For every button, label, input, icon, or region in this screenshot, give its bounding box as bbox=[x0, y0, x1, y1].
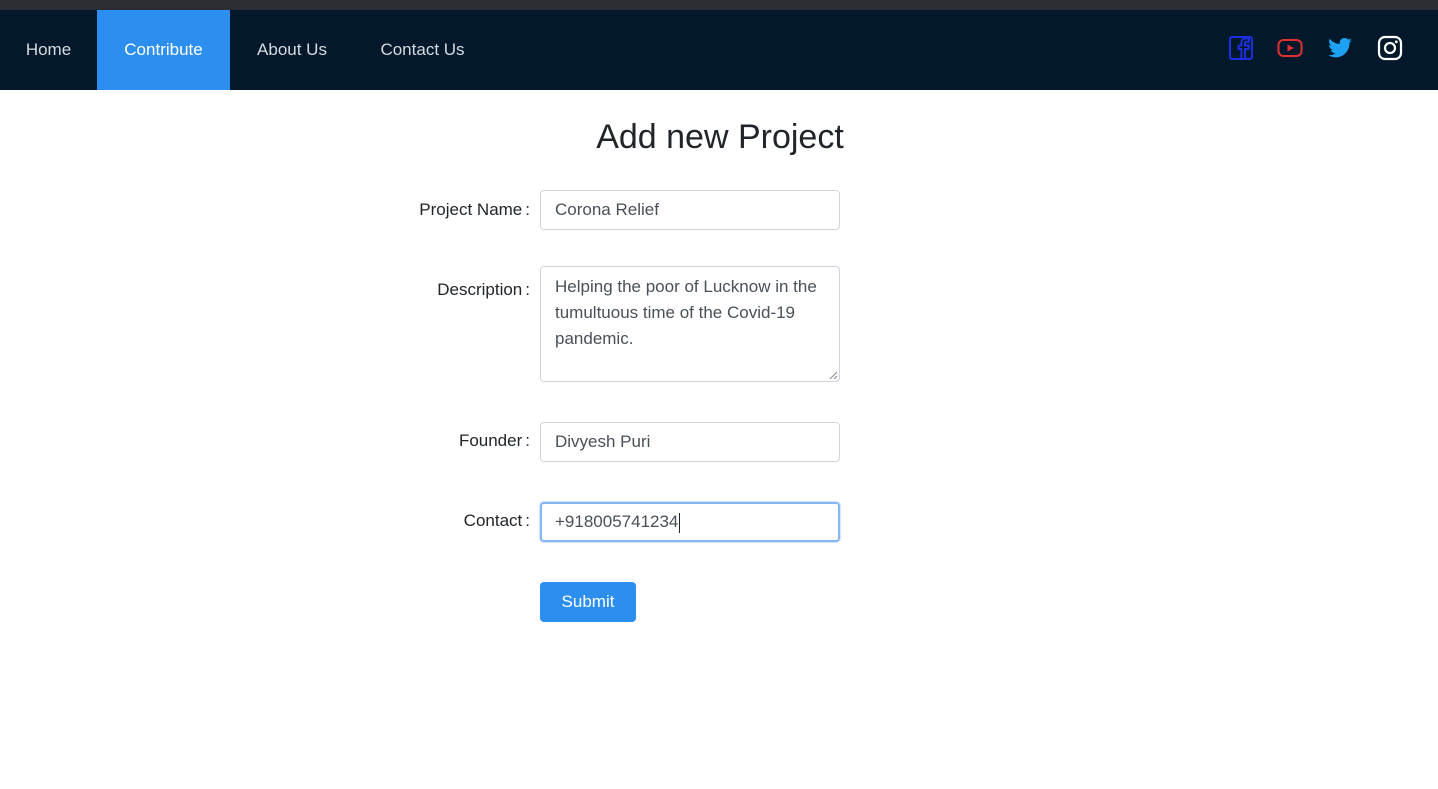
description-value: Helping the poor of Lucknow in the tumul… bbox=[555, 277, 817, 348]
nav-contribute-link[interactable]: Contribute bbox=[97, 10, 230, 90]
navbar: Home Contribute About Us Contact Us bbox=[0, 10, 1438, 90]
project-name-label: Project Name: bbox=[419, 200, 530, 219]
founder-input[interactable]: Divyesh Puri bbox=[540, 422, 840, 462]
nav-about-us-link[interactable]: About Us bbox=[230, 10, 354, 90]
project-name-input[interactable]: Corona Relief bbox=[540, 190, 840, 230]
submit-button[interactable]: Submit bbox=[540, 582, 636, 622]
facebook-icon[interactable] bbox=[1228, 35, 1254, 61]
contact-value: +918005741234 bbox=[555, 512, 679, 531]
founder-label: Founder: bbox=[458, 431, 530, 450]
text-caret bbox=[679, 512, 681, 533]
contact-input[interactable]: +918005741234 bbox=[540, 502, 840, 542]
instagram-icon[interactable] bbox=[1377, 35, 1403, 61]
project-name-value: Corona Relief bbox=[555, 200, 659, 219]
founder-value: Divyesh Puri bbox=[555, 432, 651, 451]
browser-top-strip bbox=[0, 0, 1438, 10]
page-title: Add new Project bbox=[596, 118, 844, 156]
resize-grip-icon[interactable] bbox=[828, 370, 838, 380]
youtube-icon[interactable] bbox=[1277, 35, 1303, 61]
nav-home-link[interactable]: Home bbox=[0, 10, 97, 90]
twitter-icon[interactable] bbox=[1327, 35, 1353, 61]
contact-label: Contact: bbox=[463, 511, 530, 530]
nav-contact-us-link[interactable]: Contact Us bbox=[354, 10, 491, 90]
description-textarea[interactable]: Helping the poor of Lucknow in the tumul… bbox=[540, 266, 840, 382]
description-label: Description: bbox=[437, 280, 530, 299]
